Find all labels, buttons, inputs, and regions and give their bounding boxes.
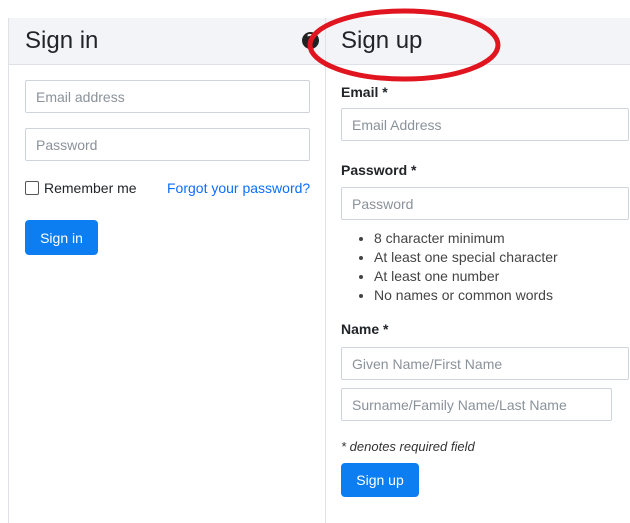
- password-rule: 8 character minimum: [374, 229, 558, 248]
- signin-password-input[interactable]: [25, 128, 310, 161]
- signup-button[interactable]: Sign up: [341, 463, 419, 497]
- password-rule: At least one special character: [374, 248, 558, 267]
- signup-password-label: Password *: [341, 162, 417, 178]
- signin-button[interactable]: Sign in: [25, 220, 98, 255]
- forgot-password-link[interactable]: Forgot your password?: [167, 180, 310, 196]
- signin-panel: Sign in ? Remember me Forgot your passwo…: [8, 18, 326, 523]
- password-rule: No names or common words: [374, 286, 558, 305]
- password-rule: At least one number: [374, 267, 558, 286]
- signin-email-input[interactable]: [25, 80, 310, 113]
- signup-header: Sign up: [326, 18, 630, 65]
- remember-me-checkbox[interactable]: [25, 181, 39, 195]
- signup-title: Sign up: [341, 27, 423, 54]
- signin-header: Sign in ?: [9, 18, 325, 65]
- signup-password-input[interactable]: [341, 187, 629, 220]
- remember-me-label[interactable]: Remember me: [44, 180, 137, 196]
- signup-panel: Sign up Email * Password * 8 character m…: [326, 18, 630, 523]
- given-name-input[interactable]: [341, 347, 629, 380]
- password-rules-list: 8 character minimum At least one special…: [341, 229, 558, 305]
- signup-email-label: Email *: [341, 84, 388, 100]
- signup-email-input[interactable]: [341, 108, 629, 141]
- signup-name-label: Name *: [341, 321, 389, 337]
- question-circle-icon[interactable]: ?: [302, 32, 319, 49]
- required-field-note: * denotes required field: [341, 439, 475, 454]
- signin-title: Sign in: [25, 27, 99, 54]
- remember-me-row: Remember me: [25, 180, 137, 196]
- surname-input[interactable]: [341, 388, 612, 421]
